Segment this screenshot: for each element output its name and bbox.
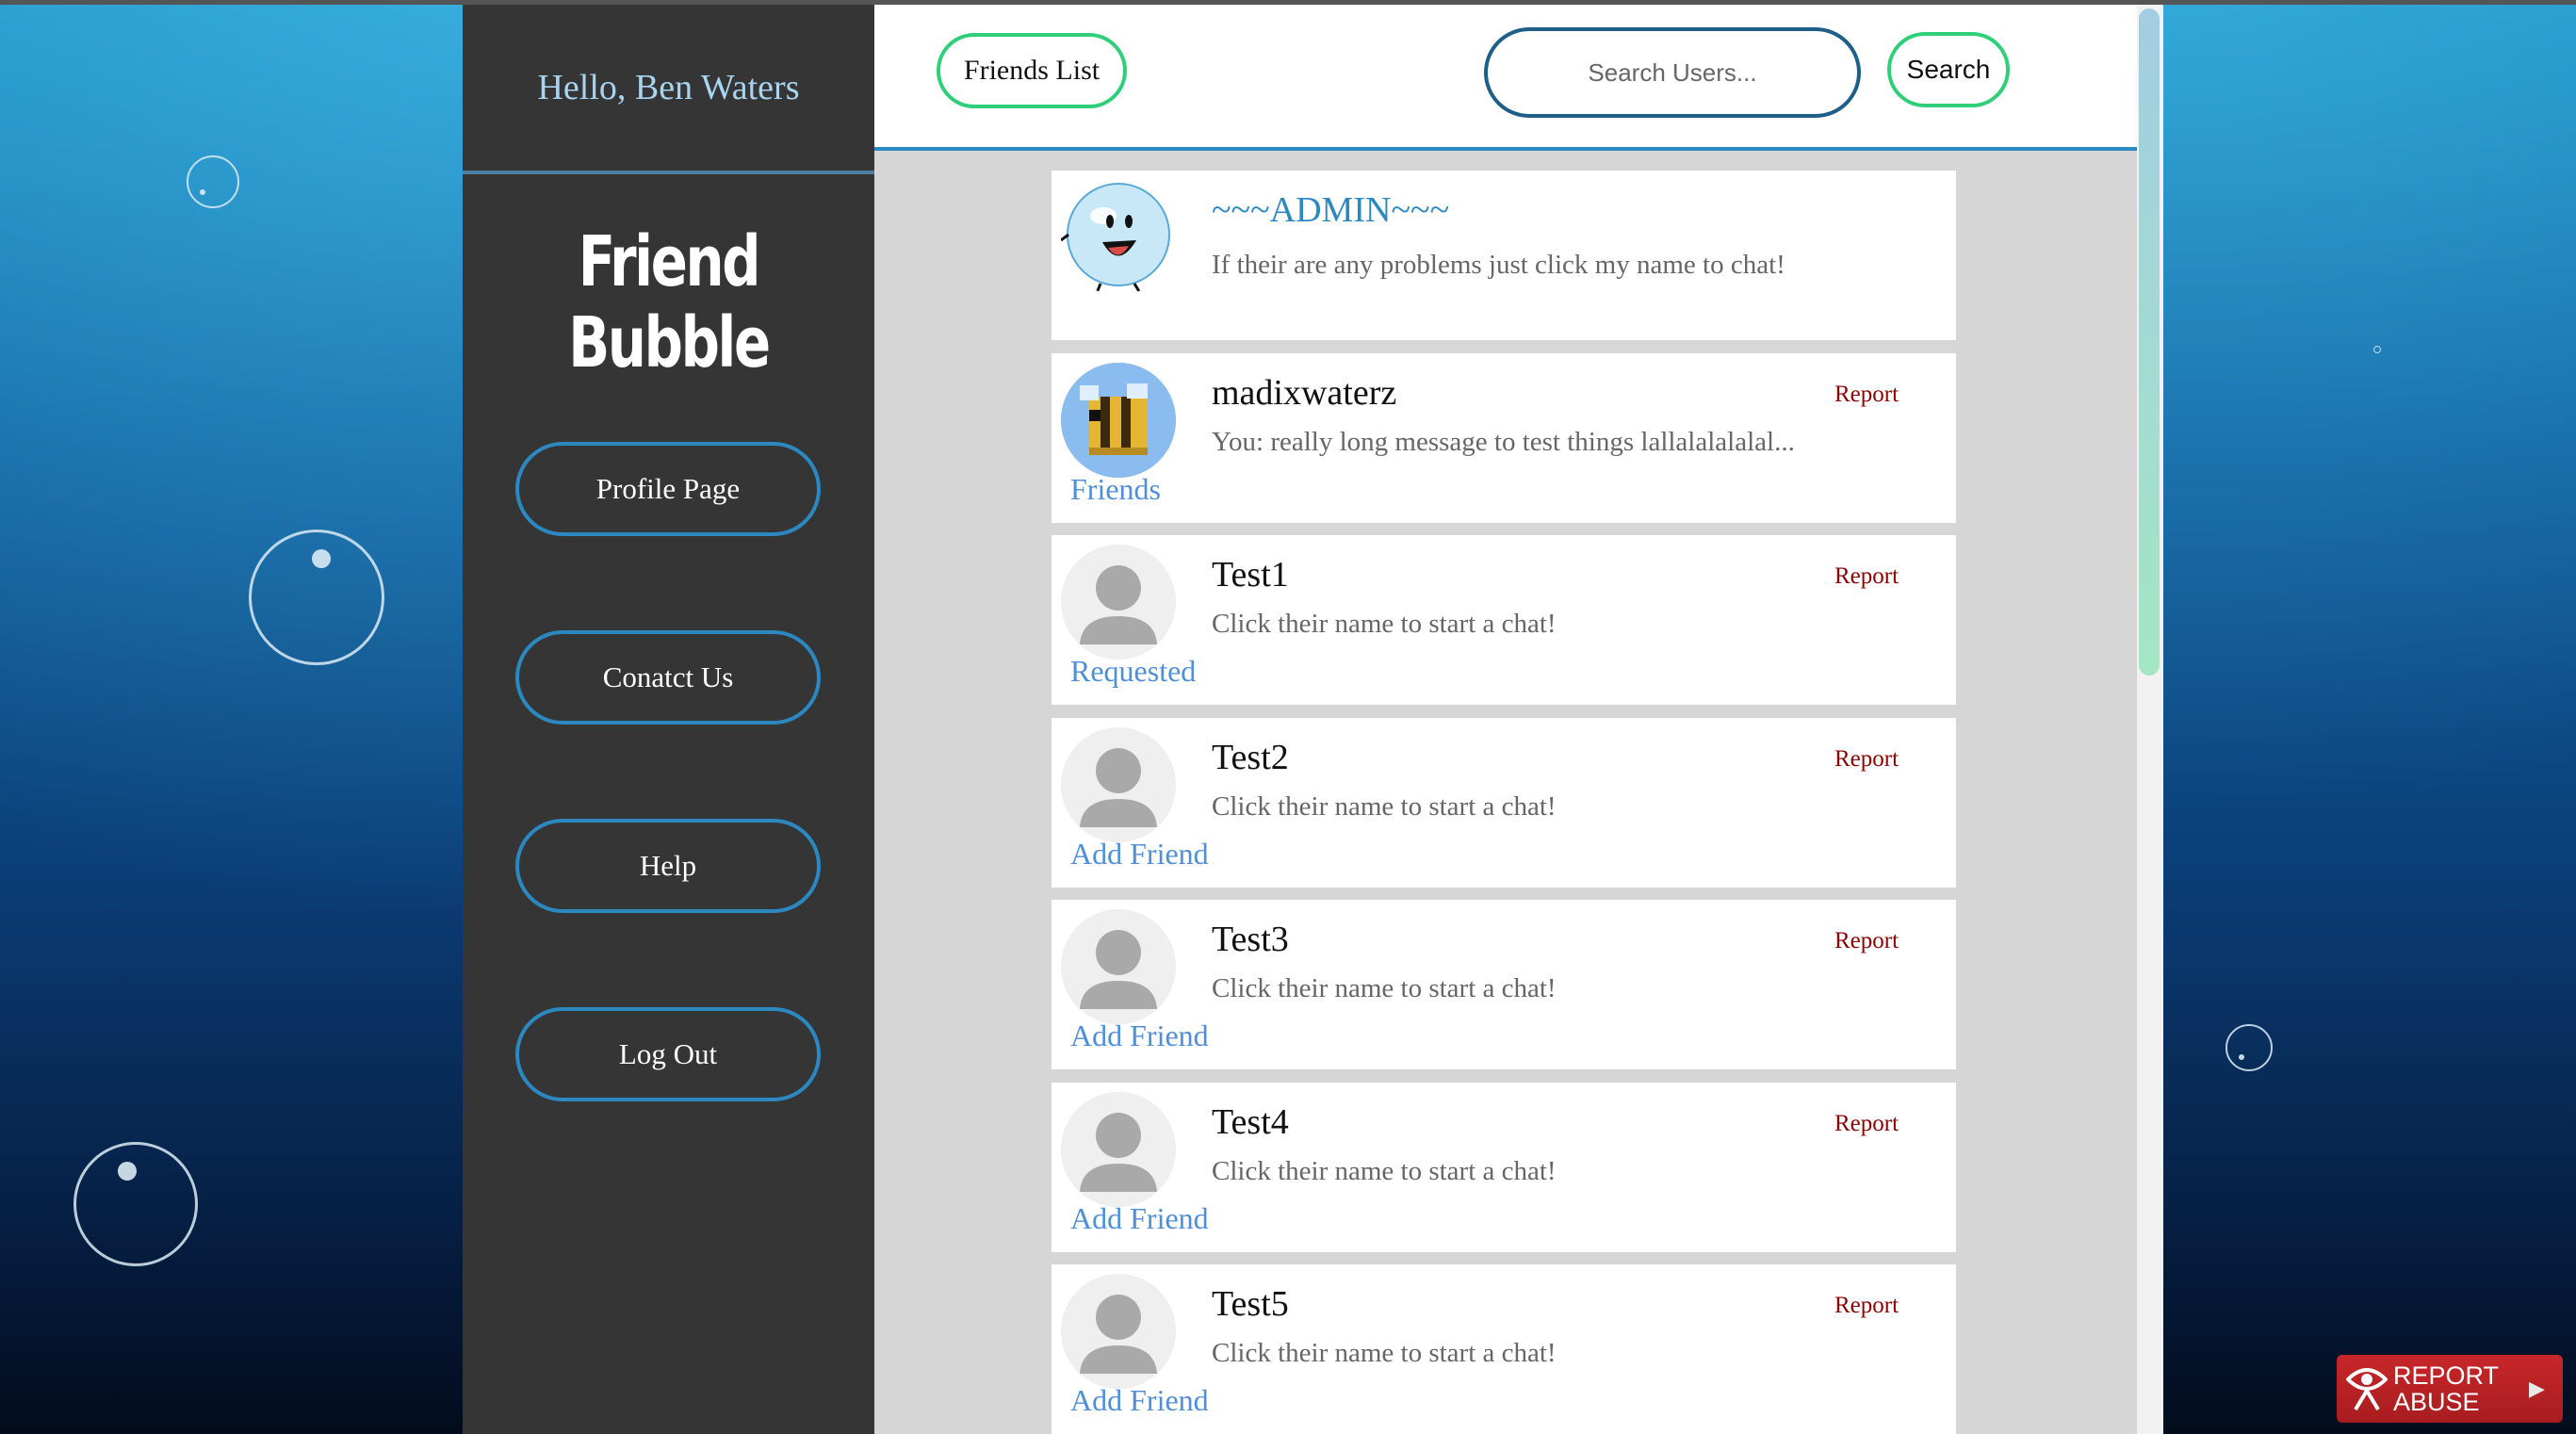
default-user-avatar-icon [1061,1092,1176,1207]
brand-title: Friend Bubble [568,221,771,383]
chat-card[interactable]: Test5 Report Click their name to start a… [1052,1264,1956,1434]
add-friend-link[interactable]: Add Friend [1070,1201,1209,1236]
default-user-avatar-icon [1061,909,1176,1024]
report-link[interactable]: Report [1834,1111,1899,1137]
card-username[interactable]: Test5 [1212,1283,1289,1325]
main-panel: Friends List Search ~~~ADMIN~~~ If their… [874,5,2163,1434]
report-link[interactable]: Report [1834,563,1899,590]
report-link[interactable]: Report [1834,746,1899,773]
bubble-decoration [249,530,384,665]
bubble-decoration [2373,346,2381,353]
card-username[interactable]: Test3 [1212,919,1289,960]
eye-icon [2345,1362,2389,1416]
card-message: Click their name to start a chat! [1212,1338,1557,1368]
report-link[interactable]: Report [1834,382,1899,408]
scrollbar-thumb[interactable] [2139,8,2160,676]
card-username[interactable]: madixwaterz [1212,372,1396,414]
default-user-avatar-icon [1061,545,1176,660]
chat-card[interactable]: Test4 Report Click their name to start a… [1052,1083,1956,1252]
report-link[interactable]: Report [1834,1293,1899,1319]
bee-avatar-icon [1061,363,1176,478]
chat-card[interactable]: Test3 Report Click their name to start a… [1052,900,1956,1069]
report-abuse-label: REPORT ABUSE [2393,1361,2500,1416]
contact-us-button[interactable]: Conatct Us [515,630,821,725]
friends-list-button[interactable]: Friends List [937,33,1127,108]
top-bar: Friends List Search [874,5,2137,151]
play-arrow-icon: ▶ [2529,1377,2545,1400]
chat-card-admin[interactable]: ~~~ADMIN~~~ If their are any problems ju… [1052,171,1956,340]
default-user-avatar-icon [1061,1274,1176,1389]
card-message: Click their name to start a chat! [1212,791,1557,822]
chat-card[interactable]: madixwaterz Report You: really long mess… [1052,353,1956,523]
friend-status-link[interactable]: Requested [1070,654,1196,689]
card-username[interactable]: Test2 [1212,737,1289,778]
bubble-decoration [2225,1024,2273,1071]
bubble-decoration [187,155,239,208]
report-abuse-button[interactable]: REPORT ABUSE ▶ [2337,1355,2563,1423]
log-out-button[interactable]: Log Out [515,1007,821,1101]
report-link[interactable]: Report [1834,928,1899,954]
search-button[interactable]: Search [1887,32,2010,107]
add-friend-link[interactable]: Add Friend [1070,837,1209,872]
chat-card[interactable]: Test1 Report Click their name to start a… [1052,535,1956,705]
search-input[interactable] [1484,27,1861,118]
add-friend-link[interactable]: Add Friend [1070,1383,1209,1418]
card-message: Click their name to start a chat! [1212,609,1557,639]
card-message: Click their name to start a chat! [1212,1156,1557,1186]
default-user-avatar-icon [1061,727,1176,842]
sidebar: Hello, Ben Waters Friend Bubble Profile … [463,5,874,1434]
help-button[interactable]: Help [515,819,821,913]
admin-bubble-avatar-icon [1061,180,1176,295]
card-message: Click their name to start a chat! [1212,973,1557,1003]
card-username[interactable]: Test4 [1212,1101,1289,1143]
card-message: You: really long message to test things … [1212,427,1795,457]
card-username[interactable]: ~~~ADMIN~~~ [1212,189,1449,231]
card-username[interactable]: Test1 [1212,554,1289,595]
greeting-text: Hello, Ben Waters [463,5,874,174]
card-message: If their are any problems just click my … [1212,250,1785,280]
friend-status-link[interactable]: Friends [1070,472,1161,507]
bubble-decoration [73,1142,198,1266]
profile-page-button[interactable]: Profile Page [515,442,821,536]
chat-card[interactable]: Test2 Report Click their name to start a… [1052,718,1956,888]
add-friend-link[interactable]: Add Friend [1070,1018,1209,1053]
